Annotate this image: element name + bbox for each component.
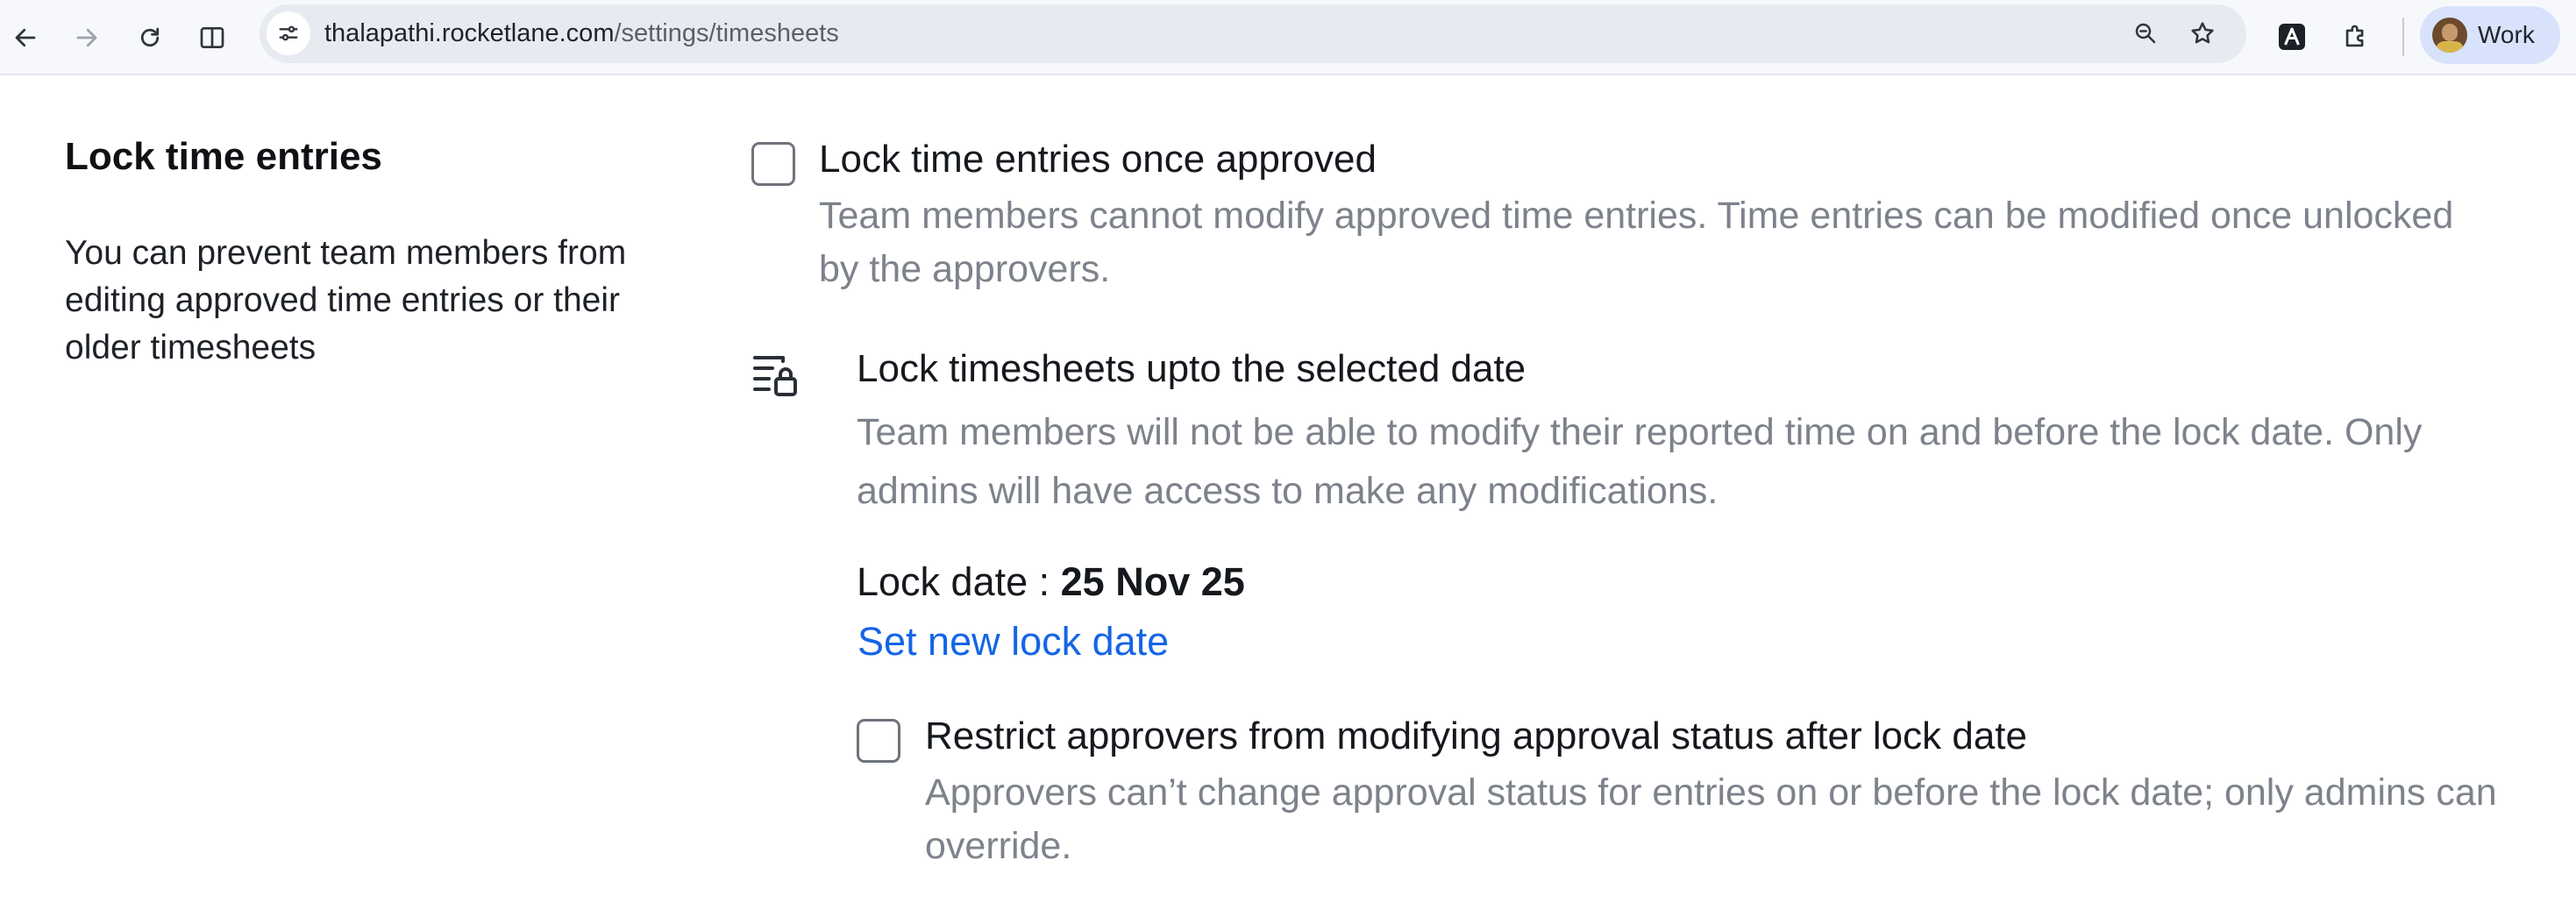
back-button[interactable] xyxy=(3,15,48,60)
address-bar[interactable]: thalapathi.rocketlane.com/settings/times… xyxy=(260,4,2246,63)
lock-approved-checkbox[interactable] xyxy=(751,142,795,186)
url-host: thalapathi.rocketlane.com xyxy=(324,19,615,47)
extensions-button[interactable] xyxy=(2332,13,2380,60)
tune-icon xyxy=(279,25,298,41)
puzzle-icon xyxy=(2345,25,2364,47)
lock-date-label: Lock date : xyxy=(857,559,1061,604)
reload-icon xyxy=(140,27,160,47)
lock-approved-description: Team members cannot modify approved time… xyxy=(819,195,2454,290)
restrict-approvers-description: Approvers can’t change approval status f… xyxy=(925,771,2497,867)
reload-button[interactable] xyxy=(127,15,173,60)
timesheet-lock-icon xyxy=(753,356,797,396)
set-new-lock-date-link[interactable]: Set new lock date xyxy=(857,619,1169,665)
url-text[interactable]: thalapathi.rocketlane.com/settings/times… xyxy=(324,4,839,63)
lock-date-value: 25 Nov 25 xyxy=(1060,559,1245,604)
split-view-button[interactable] xyxy=(189,15,235,60)
section-description: You can prevent team members from editin… xyxy=(65,234,627,366)
profile-label: Work xyxy=(2478,21,2535,48)
url-path: /settings/timesheets xyxy=(614,19,839,47)
lock-timesheets-description: Team members will not be able to modify … xyxy=(857,411,2423,512)
rocketlane-extension-icon xyxy=(2279,24,2305,50)
bookmark-button[interactable] xyxy=(2182,13,2223,53)
zoom-icon xyxy=(2135,23,2156,44)
zoom-button[interactable] xyxy=(2125,13,2166,53)
site-info-button[interactable] xyxy=(267,11,310,55)
avatar xyxy=(2432,18,2467,53)
arrow-right-icon xyxy=(76,28,97,47)
rocketlane-extension-button[interactable] xyxy=(2268,13,2316,60)
toolbar-divider xyxy=(2402,18,2404,56)
restrict-approvers-checkbox[interactable] xyxy=(857,719,900,763)
lock-approved-title: Lock time entries once approved xyxy=(819,138,1377,181)
forward-button[interactable] xyxy=(64,15,110,60)
section-title: Lock time entries xyxy=(65,135,382,178)
browser-toolbar: thalapathi.rocketlane.com/settings/times… xyxy=(0,0,2576,75)
arrow-left-icon xyxy=(15,28,36,47)
restrict-approvers-title: Restrict approvers from modifying approv… xyxy=(925,715,2027,757)
lock-date-line: Lock date : 25 Nov 25 xyxy=(857,559,1245,605)
split-view-icon xyxy=(200,27,224,48)
lock-timesheets-title: Lock timesheets upto the selected date xyxy=(857,347,1526,390)
profile-button[interactable]: Work xyxy=(2420,6,2560,64)
star-icon xyxy=(2191,22,2214,44)
